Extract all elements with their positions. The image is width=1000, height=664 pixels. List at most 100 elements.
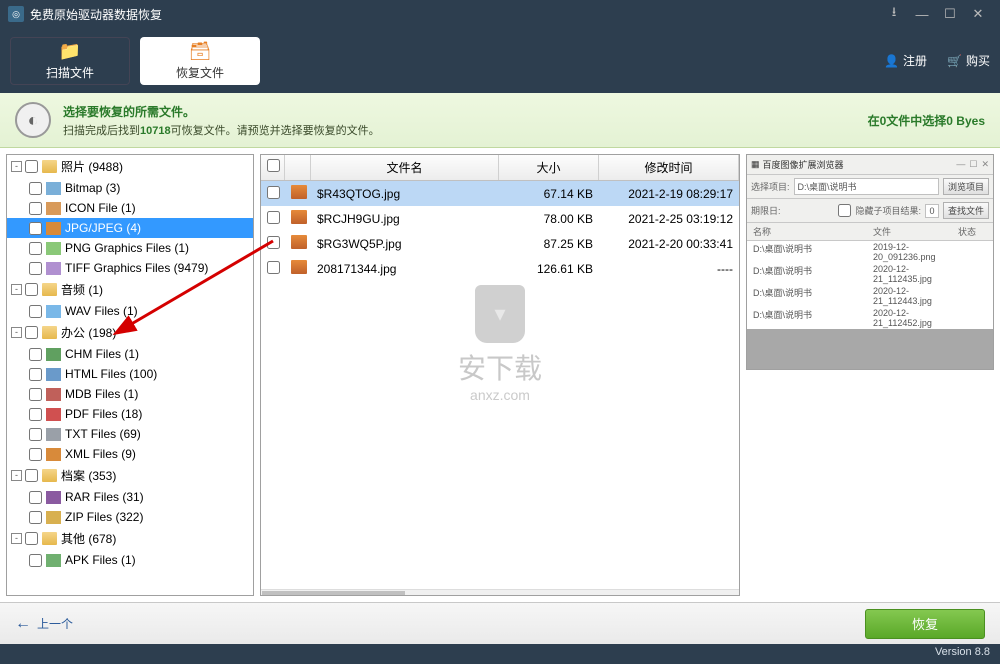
- file-checkbox[interactable]: [267, 186, 280, 199]
- preview-list[interactable]: D:\桌面\说明书2019-12-20_091236.pngD:\桌面\说明书2…: [747, 241, 993, 329]
- file-row[interactable]: $RCJH9GU.jpg78.00 KB2021-2-25 03:19:12: [261, 206, 739, 231]
- horizontal-scrollbar[interactable]: [261, 589, 739, 595]
- expand-toggle-icon[interactable]: -: [11, 533, 22, 544]
- header-date[interactable]: 修改时间: [599, 155, 739, 180]
- tree-checkbox[interactable]: [29, 202, 42, 215]
- file-checkbox[interactable]: [267, 211, 280, 224]
- preview-search-button[interactable]: 查找文件: [943, 202, 989, 219]
- file-list-body[interactable]: $R43QTOG.jpg67.14 KB2021-2-19 08:29:17$R…: [261, 181, 739, 589]
- expand-toggle-icon[interactable]: -: [11, 161, 22, 172]
- tab-recover-files[interactable]: 🗃 恢复文件: [140, 37, 260, 85]
- preview-row[interactable]: D:\桌面\说明书2020-12-21_112443.jpg: [747, 285, 993, 307]
- tree-checkbox[interactable]: [29, 491, 42, 504]
- tree-item[interactable]: CHM Files (1): [7, 344, 253, 364]
- tree-checkbox[interactable]: [29, 511, 42, 524]
- tree-item[interactable]: ZIP Files (322): [7, 507, 253, 527]
- tree-checkbox[interactable]: [25, 326, 38, 339]
- tree-item[interactable]: JPG/JPEG (4): [7, 218, 253, 238]
- preview-app-icon: ▦: [751, 159, 760, 170]
- file-size: 67.14 KB: [499, 185, 599, 203]
- folder-icon: 📁: [59, 41, 81, 62]
- file-thumb-icon: [291, 185, 307, 199]
- recover-button[interactable]: 恢复: [865, 609, 985, 639]
- tree-item[interactable]: Bitmap (3): [7, 178, 253, 198]
- tree-item-label: MDB Files (1): [65, 387, 138, 401]
- tree-checkbox[interactable]: [29, 262, 42, 275]
- tree-checkbox[interactable]: [29, 368, 42, 381]
- tree-item[interactable]: -档案 (353): [7, 464, 253, 487]
- tree-checkbox[interactable]: [29, 428, 42, 441]
- category-tree[interactable]: -照片 (9488)Bitmap (3)ICON File (1)JPG/JPE…: [6, 154, 254, 596]
- tree-checkbox[interactable]: [29, 182, 42, 195]
- tree-checkbox[interactable]: [25, 283, 38, 296]
- pv-close-icon[interactable]: ✕: [981, 159, 989, 170]
- register-link[interactable]: 👤 注册: [884, 52, 927, 69]
- pv-min-icon[interactable]: —: [956, 159, 965, 170]
- tree-item[interactable]: HTML Files (100): [7, 364, 253, 384]
- tree-item[interactable]: RAR Files (31): [7, 487, 253, 507]
- minimize-button[interactable]: —: [908, 4, 936, 24]
- file-checkbox[interactable]: [267, 236, 280, 249]
- tree-item[interactable]: -照片 (9488): [7, 155, 253, 178]
- tree-checkbox[interactable]: [25, 532, 38, 545]
- tree-item[interactable]: PNG Graphics Files (1): [7, 238, 253, 258]
- preview-path-field[interactable]: D:\桌面\说明书: [794, 178, 939, 195]
- tree-item[interactable]: MDB Files (1): [7, 384, 253, 404]
- file-row[interactable]: 208171344.jpg126.61 KB----: [261, 256, 739, 281]
- file-row[interactable]: $R43QTOG.jpg67.14 KB2021-2-19 08:29:17: [261, 181, 739, 206]
- file-checkbox[interactable]: [267, 261, 280, 274]
- expand-toggle-icon[interactable]: -: [11, 327, 22, 338]
- tree-item[interactable]: -音频 (1): [7, 278, 253, 301]
- tree-checkbox[interactable]: [29, 222, 42, 235]
- preview-count-field[interactable]: 0: [925, 204, 939, 218]
- filetype-icon: [42, 469, 57, 482]
- close-button[interactable]: ✕: [964, 4, 992, 24]
- tree-checkbox[interactable]: [29, 305, 42, 318]
- top-tabbar: 📁 扫描文件 🗃 恢复文件 👤 注册 🛒 购买: [0, 28, 1000, 93]
- tab-scan-files[interactable]: 📁 扫描文件: [10, 37, 130, 85]
- preview-row[interactable]: D:\桌面\说明书2020-12-21_112435.jpg: [747, 263, 993, 285]
- file-row[interactable]: $RG3WQ5P.jpg87.25 KB2021-2-20 00:33:41: [261, 231, 739, 256]
- tree-item[interactable]: -其他 (678): [7, 527, 253, 550]
- tree-item[interactable]: XML Files (9): [7, 444, 253, 464]
- tree-checkbox[interactable]: [29, 348, 42, 361]
- app-logo-icon: ◎: [8, 6, 24, 22]
- instruction-bar: ◐ 选择要恢复的所需文件。 扫描完成后找到10718可恢复文件。请预览并选择要恢…: [0, 93, 1000, 148]
- previous-button[interactable]: ← 上一个: [15, 615, 73, 633]
- preview-row[interactable]: D:\桌面\说明书2020-12-21_112452.jpg: [747, 307, 993, 329]
- main-content: -照片 (9488)Bitmap (3)ICON File (1)JPG/JPE…: [0, 148, 1000, 602]
- tree-checkbox[interactable]: [29, 388, 42, 401]
- tree-checkbox[interactable]: [29, 554, 42, 567]
- tree-item[interactable]: TIFF Graphics Files (9479): [7, 258, 253, 278]
- tree-item[interactable]: ICON File (1): [7, 198, 253, 218]
- tree-checkbox[interactable]: [29, 448, 42, 461]
- version-label: Version 8.8: [935, 646, 990, 658]
- preview-browse-button[interactable]: 浏览项目: [943, 178, 989, 195]
- pv-max-icon[interactable]: ☐: [969, 159, 977, 170]
- header-checkbox-col[interactable]: [261, 155, 285, 180]
- tree-checkbox[interactable]: [29, 242, 42, 255]
- tree-checkbox[interactable]: [29, 408, 42, 421]
- maximize-button[interactable]: ☐: [936, 4, 964, 24]
- expand-toggle-icon[interactable]: -: [11, 284, 22, 295]
- tree-item-label: TIFF Graphics Files (9479): [65, 261, 208, 275]
- header-filename[interactable]: 文件名: [311, 155, 499, 180]
- tree-checkbox[interactable]: [25, 160, 38, 173]
- tree-item[interactable]: APK Files (1): [7, 550, 253, 570]
- tree-item[interactable]: WAV Files (1): [7, 301, 253, 321]
- preview-row[interactable]: D:\桌面\说明书2019-12-20_091236.png: [747, 241, 993, 263]
- preview-hide-checkbox[interactable]: [838, 204, 851, 217]
- file-size: 126.61 KB: [499, 260, 599, 278]
- tree-item[interactable]: -办公 (198): [7, 321, 253, 344]
- tree-item[interactable]: TXT Files (69): [7, 424, 253, 444]
- tree-item-label: WAV Files (1): [65, 304, 138, 318]
- buy-link[interactable]: 🛒 购买: [947, 52, 990, 69]
- expand-toggle-icon[interactable]: -: [11, 470, 22, 481]
- header-size[interactable]: 大小: [499, 155, 599, 180]
- user-icon: 👤: [884, 54, 899, 68]
- filetype-icon: [46, 491, 61, 504]
- tree-item[interactable]: PDF Files (18): [7, 404, 253, 424]
- tab-scan-label: 扫描文件: [46, 64, 94, 81]
- tree-checkbox[interactable]: [25, 469, 38, 482]
- download-icon[interactable]: ⭳: [880, 4, 908, 24]
